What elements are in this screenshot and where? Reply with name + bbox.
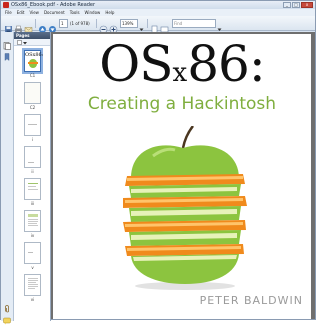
window-controls: _ □ x	[283, 2, 313, 8]
pages-panel-header: Pages	[14, 32, 50, 39]
page-thumbnail-i[interactable]	[24, 114, 41, 136]
menu-bar: File Edit View Document Tools Window Hel…	[1, 9, 315, 16]
page-thumbnail-vi[interactable]	[24, 274, 41, 296]
page-thumbnail-c2[interactable]	[24, 82, 41, 104]
book-title-os: OS	[99, 35, 173, 93]
page-count: (1 of 978)	[70, 21, 90, 26]
page-thumbnail-c1[interactable]: OSx86:	[22, 48, 44, 74]
thumbnail-label: vi	[30, 297, 35, 302]
maximize-button[interactable]: □	[292, 2, 300, 8]
chevron-down-icon[interactable]	[139, 19, 144, 31]
pdf-page: OSx86: Creating a Hackintosh PETER BALDW…	[53, 34, 311, 319]
thumbnail-label: v	[31, 265, 34, 270]
document-view[interactable]: OSx86: Creating a Hackintosh PETER BALDW…	[51, 32, 315, 319]
comments-icon[interactable]	[3, 310, 11, 325]
toolbar-separator	[35, 19, 36, 28]
page-options-icon[interactable]	[17, 40, 22, 45]
book-author: PETER BALDWIN	[199, 294, 303, 307]
pages-panel-title: Pages	[16, 33, 30, 38]
book-subtitle: Creating a Hackintosh	[87, 94, 277, 114]
page-thumbnail-iv[interactable]	[24, 210, 41, 232]
thumbnail-label: i	[31, 137, 34, 142]
close-button[interactable]: x	[301, 2, 313, 8]
email-icon[interactable]	[24, 19, 33, 33]
window-title: OSx86_Ebook.pdf - Adobe Reader	[11, 2, 96, 8]
page-number-input[interactable]: 1	[59, 19, 68, 28]
previous-page-icon[interactable]	[38, 19, 47, 33]
zoom-out-icon[interactable]	[99, 19, 108, 34]
bookmarks-icon[interactable]	[3, 46, 11, 61]
fit-width-icon[interactable]	[160, 19, 169, 33]
thumbnail-label: iii	[30, 201, 35, 206]
print-icon[interactable]	[14, 19, 23, 34]
navigation-pane-strip	[1, 32, 14, 325]
page-thumbnail-ii[interactable]	[24, 146, 41, 168]
find-options-chevron-icon[interactable]	[217, 19, 222, 31]
zoom-level-select[interactable]: 139%	[120, 19, 138, 28]
zoom-in-icon[interactable]	[109, 19, 118, 34]
book-title: OSx86:	[53, 39, 311, 100]
pages-panel: Pages OSx86: C1 C2 i ii iii iv v vi	[14, 32, 51, 321]
title-bar: OSx86_Ebook.pdf - Adobe Reader _ □ x	[1, 1, 315, 9]
book-title-x: x	[172, 58, 188, 88]
toolbar-separator	[96, 19, 97, 28]
sliced-apple-orange-illustration	[123, 126, 247, 290]
menu-window[interactable]: Window	[85, 10, 101, 15]
pages-panel-icon[interactable]	[3, 35, 11, 50]
minimize-button[interactable]: _	[283, 2, 291, 8]
thumbnail-label: ii	[31, 169, 34, 174]
next-page-icon[interactable]	[48, 19, 57, 33]
menu-help[interactable]: Help	[105, 10, 114, 15]
menu-file[interactable]: File	[5, 10, 12, 15]
menu-tools[interactable]: Tools	[70, 10, 80, 15]
book-title-86: 86:	[187, 35, 265, 93]
fit-page-icon[interactable]	[150, 19, 159, 34]
thumbnail-label: C2	[29, 105, 36, 110]
save-icon[interactable]	[4, 19, 13, 33]
thumbnail-label: iv	[30, 233, 35, 238]
toolbar-separator	[147, 19, 148, 28]
menu-document[interactable]: Document	[44, 10, 65, 15]
attachments-icon[interactable]	[3, 298, 11, 313]
menu-edit[interactable]: Edit	[17, 10, 25, 15]
thumbnail-cover-title: OSx86:	[25, 52, 44, 58]
pages-panel-toolbar	[14, 39, 50, 46]
chevron-down-icon[interactable]	[23, 41, 27, 45]
find-input[interactable]: Find	[172, 19, 216, 28]
toolbar: 1 (1 of 978) 139% Find	[1, 16, 315, 34]
page-thumbnail-v[interactable]	[24, 242, 41, 264]
thumbnail-label: C1	[29, 73, 36, 78]
page-thumbnail-iii[interactable]	[24, 178, 41, 200]
thumbnail-orange	[28, 62, 38, 64]
app-window: OSx86_Ebook.pdf - Adobe Reader _ □ x Fil…	[0, 0, 316, 325]
menu-view[interactable]: View	[29, 10, 39, 15]
adobe-reader-icon	[3, 2, 9, 8]
